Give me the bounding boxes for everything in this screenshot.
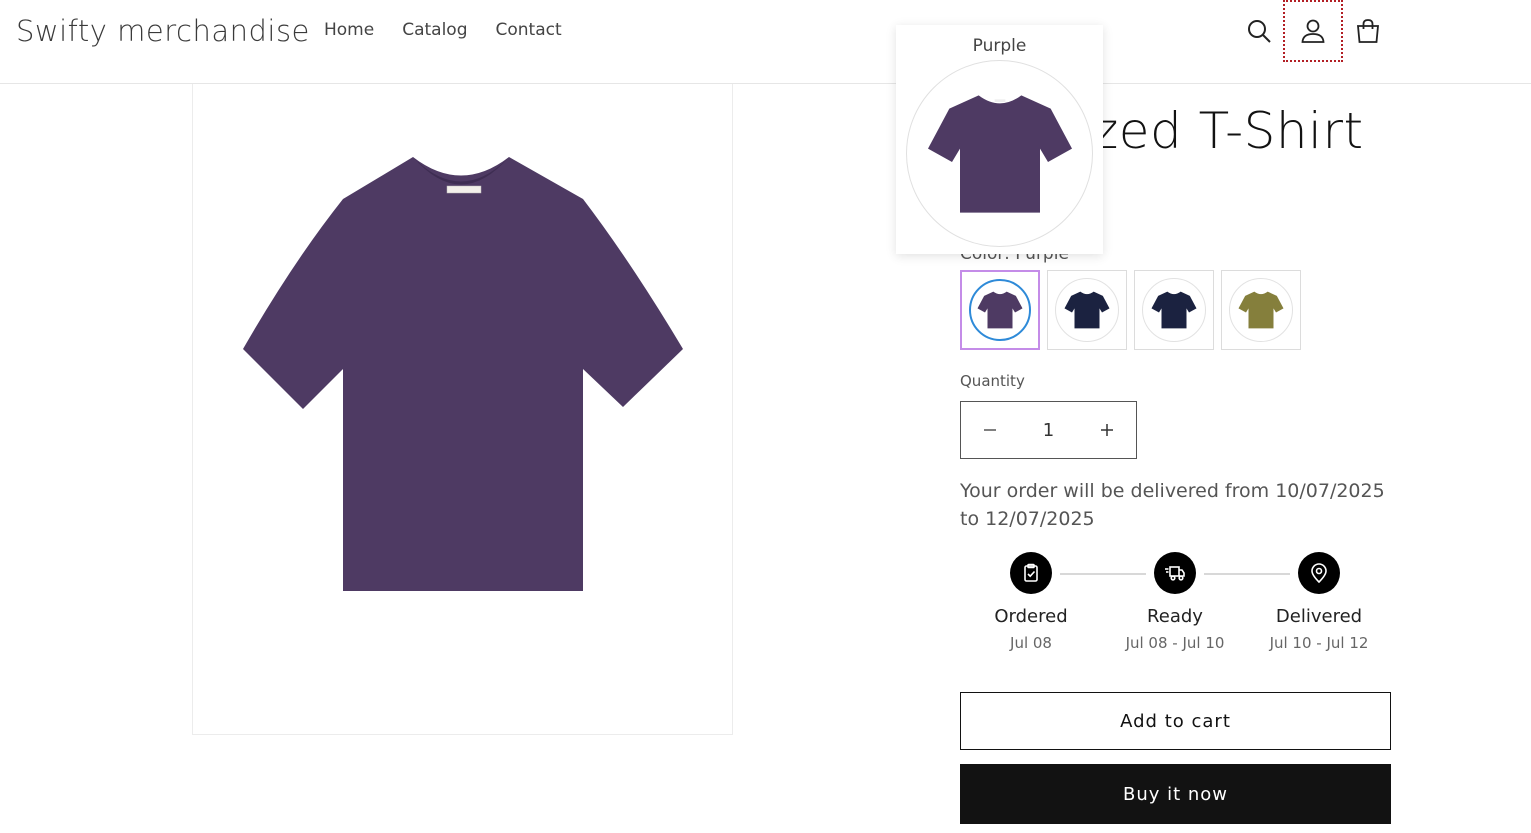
product-media[interactable] — [192, 84, 733, 735]
timeline-label: Delivered — [1275, 606, 1363, 627]
timeline-step-delivered: Delivered Jul 10 - Jul 12 — [1249, 552, 1389, 652]
timeline-label: Ready — [1147, 606, 1203, 627]
clipboard-check-icon — [1010, 552, 1052, 594]
swatch-olive[interactable] — [1221, 270, 1301, 350]
truck-icon — [1154, 552, 1196, 594]
quantity-label: Quantity — [960, 372, 1025, 390]
cart-icon — [1357, 19, 1379, 43]
nav-catalog[interactable]: Catalog — [388, 19, 481, 41]
swatch-purple[interactable] — [960, 270, 1040, 350]
account-button[interactable] — [1283, 0, 1343, 62]
timeline-date: Jul 10 - Jul 12 — [1269, 634, 1369, 652]
nav-home[interactable]: Home — [310, 19, 388, 41]
color-swatches — [960, 270, 1301, 350]
search-icon — [1248, 20, 1271, 43]
swatch-purple-image — [969, 279, 1031, 341]
timeline-step-ordered: Ordered Jul 08 — [961, 552, 1101, 652]
timeline-step-ready: Ready Jul 08 - Jul 10 — [1105, 552, 1245, 652]
main-nav: Home Catalog Contact — [310, 19, 576, 41]
swatch-navy[interactable] — [1047, 270, 1127, 350]
site-header: Swifty merchandise Home Catalog Contact — [0, 0, 1531, 84]
cart-button[interactable] — [1338, 0, 1398, 62]
tooltip-label: Purple — [972, 36, 1027, 56]
account-icon — [1301, 19, 1325, 43]
timeline-date: Jul 08 — [1010, 634, 1052, 652]
store-name[interactable]: Swifty merchandise — [16, 14, 310, 48]
timeline-label: Ordered — [994, 606, 1068, 627]
product-title: zed T-Shirt — [1092, 102, 1364, 160]
quantity-decrease-button[interactable] — [961, 402, 1019, 458]
swatch-olive-image — [1229, 278, 1293, 342]
add-to-cart-button[interactable]: Add to cart — [960, 692, 1391, 750]
buy-now-button[interactable]: Buy it now — [960, 764, 1391, 824]
quantity-input[interactable]: 1 — [1019, 420, 1078, 441]
plus-icon — [1101, 424, 1113, 436]
swatch-navy-image — [1055, 278, 1119, 342]
swatch-navy-2-image — [1142, 278, 1206, 342]
search-button[interactable] — [1229, 0, 1289, 62]
swatch-navy-2[interactable] — [1134, 270, 1214, 350]
minus-icon — [984, 429, 996, 431]
tooltip-preview-image — [906, 60, 1093, 247]
quantity-increase-button[interactable] — [1078, 402, 1136, 458]
location-pin-icon — [1298, 552, 1340, 594]
nav-contact[interactable]: Contact — [482, 19, 576, 41]
product-image — [243, 157, 683, 591]
delivery-estimate: Your order will be delivered from 10/07/… — [960, 480, 1385, 530]
timeline-date: Jul 08 - Jul 10 — [1125, 634, 1225, 652]
quantity-stepper: 1 — [960, 401, 1137, 459]
swatch-preview-tooltip: Purple — [896, 25, 1103, 254]
